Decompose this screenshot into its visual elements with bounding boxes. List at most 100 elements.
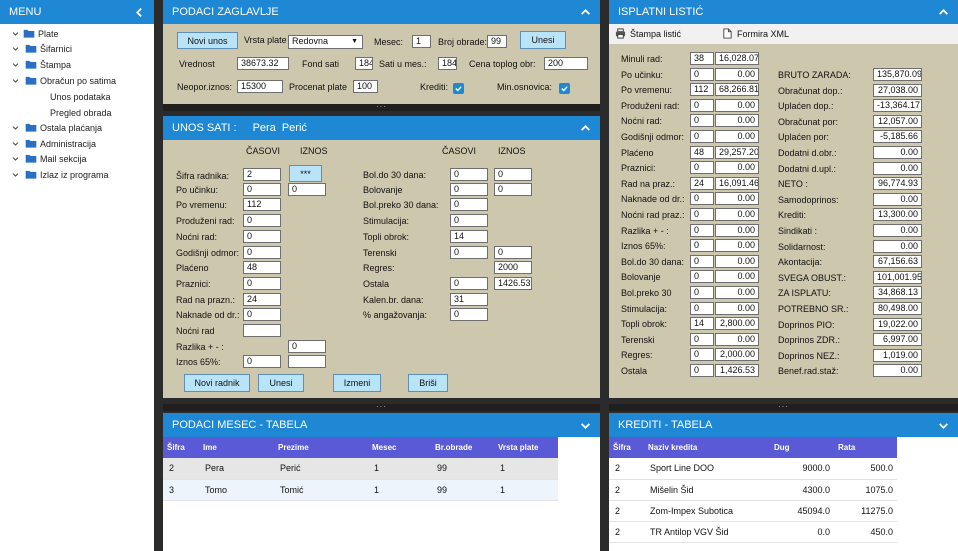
table-row[interactable]: 2 Mišelin Šid 4300.0 1075.0 bbox=[609, 479, 897, 501]
chevron-down-icon[interactable] bbox=[12, 61, 22, 69]
unos-left-iznos-input[interactable]: 0 bbox=[288, 340, 326, 353]
menu-item-stampa[interactable]: Štampa bbox=[12, 58, 71, 71]
table-row[interactable]: 2 Sport Line DOO 9000.0 500.0 bbox=[609, 458, 897, 480]
vrednost-input[interactable]: 38673.32 bbox=[237, 57, 289, 70]
collapse-left-icon[interactable] bbox=[134, 0, 145, 24]
unos-left-casovi-input[interactable]: 24 bbox=[243, 293, 281, 306]
zaglavlje-title: PODACI ZAGLAVLJE bbox=[172, 6, 279, 18]
table-row[interactable]: 2 TR Antilop VGV Šid 0.0 450.0 bbox=[609, 521, 897, 543]
krediti-checkbox[interactable] bbox=[453, 83, 464, 94]
menu-item-unos-podataka[interactable]: Unos podataka bbox=[50, 90, 111, 103]
unos-right-iznos-input[interactable]: 1426.53 bbox=[494, 277, 532, 290]
unos-right-iznos-input[interactable]: 2000 bbox=[494, 261, 532, 274]
chevron-up-icon[interactable] bbox=[938, 0, 949, 24]
unos-left-casovi-input[interactable]: 112 bbox=[243, 198, 281, 211]
novi-unos-button[interactable]: Novi unos bbox=[177, 32, 238, 49]
sifra-radnika-input[interactable]: 2 bbox=[243, 168, 281, 181]
izmeni-button[interactable]: Izmeni bbox=[333, 374, 381, 392]
unos-right-iznos-input[interactable]: 0 bbox=[494, 246, 532, 259]
unos-right-casovi-input[interactable]: 0 bbox=[450, 308, 488, 321]
unos-right-casovi-input[interactable]: 0 bbox=[450, 198, 488, 211]
neopor-input[interactable]: 15300 bbox=[237, 80, 283, 93]
chevron-up-icon[interactable] bbox=[580, 116, 591, 140]
chevron-down-icon[interactable] bbox=[12, 124, 22, 132]
unos-right-casovi-input[interactable]: 14 bbox=[450, 230, 488, 243]
mesec-input[interactable]: 1 bbox=[412, 35, 431, 48]
column-header[interactable]: Prezime bbox=[274, 437, 368, 458]
chevron-down-icon[interactable] bbox=[12, 155, 22, 163]
unos-left-iznos-input[interactable] bbox=[288, 355, 326, 368]
chevron-down-icon[interactable] bbox=[580, 413, 591, 437]
chevron-down-icon[interactable] bbox=[938, 413, 949, 437]
resize-handle[interactable]: ··· bbox=[163, 103, 600, 111]
menu-item-plate[interactable]: Plate bbox=[12, 27, 59, 40]
unesi-zaglavlje-button[interactable]: Unesi bbox=[520, 31, 566, 49]
menu-item-obracun-po-satima[interactable]: Obračun po satima bbox=[12, 74, 116, 87]
stampa-button[interactable]: Štampa listić bbox=[615, 28, 681, 39]
unos-right-label: Stimulacija: bbox=[363, 216, 410, 226]
fond-sati-input[interactable]: 184 bbox=[355, 57, 373, 70]
brisi-button[interactable]: Briši bbox=[408, 374, 448, 392]
cena-toplog-input[interactable]: 200 bbox=[544, 57, 588, 70]
unos-right-casovi-input[interactable]: 0 bbox=[450, 277, 488, 290]
formira-xml-button[interactable]: Formira XML bbox=[722, 28, 789, 39]
unos-left-casovi-input[interactable]: 48 bbox=[243, 261, 281, 274]
column-header[interactable]: Rata bbox=[834, 437, 897, 458]
column-header[interactable]: Dug bbox=[770, 437, 834, 458]
unos-left-casovi-input[interactable]: 0 bbox=[243, 214, 281, 227]
menu-item-mail-sekcija[interactable]: Mail sekcija bbox=[12, 152, 87, 165]
unos-right-iznos-input[interactable]: 0 bbox=[494, 183, 532, 196]
isplatni-sati-value: 0 bbox=[690, 254, 714, 268]
broj-obrade-input[interactable]: 99 bbox=[487, 35, 507, 48]
isplatni-right-value: 0.00 bbox=[873, 161, 922, 175]
table-row[interactable]: 2 Zom-Impex Subotica 45094.0 11275.0 bbox=[609, 500, 897, 522]
menu-item-ostala-placanja[interactable]: Ostala plaćanja bbox=[12, 121, 102, 134]
chevron-down-icon[interactable] bbox=[12, 30, 22, 38]
sifra-lookup-button[interactable]: *** bbox=[289, 165, 322, 182]
unos-left-casovi-input[interactable]: 0 bbox=[243, 246, 281, 259]
unos-left-casovi-input[interactable] bbox=[243, 324, 281, 337]
column-header[interactable]: Šifra bbox=[163, 437, 199, 458]
column-header[interactable]: Vrsta plate bbox=[494, 437, 558, 458]
unos-left-iznos-input[interactable]: 0 bbox=[288, 183, 326, 196]
column-header[interactable]: Br.obrade bbox=[431, 437, 494, 458]
vrsta-plate-select[interactable]: Redovna ▼ bbox=[288, 35, 363, 49]
chevron-down-icon[interactable] bbox=[12, 77, 22, 85]
unos-right-casovi-input[interactable]: 31 bbox=[450, 293, 488, 306]
column-header[interactable]: Šifra bbox=[609, 437, 644, 458]
unos-right-iznos-input[interactable]: 0 bbox=[494, 168, 532, 181]
chevron-down-icon[interactable] bbox=[12, 171, 22, 179]
menu-item-sifarnici[interactable]: Šifarnici bbox=[12, 42, 72, 55]
chevron-down-icon[interactable] bbox=[12, 45, 22, 53]
novi-radnik-button[interactable]: Novi radnik bbox=[184, 374, 250, 392]
min-osnovica-checkbox[interactable] bbox=[559, 83, 570, 94]
unos-left-casovi-input[interactable]: 0 bbox=[243, 355, 281, 368]
table-row[interactable]: 3 Tomo Tomić 1 99 1 bbox=[163, 479, 558, 501]
unos-left-label: Naknade od dr.: bbox=[176, 310, 240, 320]
unos-left-casovi-input[interactable]: 0 bbox=[243, 230, 281, 243]
column-header[interactable]: Naziv kredita bbox=[644, 437, 770, 458]
unos-right-casovi-input[interactable]: 0 bbox=[450, 214, 488, 227]
unos-right-casovi-input[interactable]: 0 bbox=[450, 246, 488, 259]
menu-item-izlaz-iz-programa[interactable]: Izlaz iz programa bbox=[12, 168, 109, 181]
unos-left-casovi-input[interactable]: 0 bbox=[243, 308, 281, 321]
unos-right-casovi-input[interactable]: 0 bbox=[450, 183, 488, 196]
resize-handle[interactable]: ··· bbox=[609, 403, 958, 411]
resize-handle[interactable]: ··· bbox=[163, 403, 600, 411]
stampa-label: Štampa listić bbox=[630, 28, 682, 39]
isplatni-iznos-value: 0.00 bbox=[715, 192, 759, 206]
chevron-down-icon[interactable] bbox=[12, 140, 22, 148]
chevron-up-icon[interactable] bbox=[580, 0, 591, 24]
unesi-button[interactable]: Unesi bbox=[258, 374, 304, 392]
menu-item-pregled-obrada[interactable]: Pregled obrada bbox=[50, 106, 112, 119]
procenat-input[interactable]: 100 bbox=[353, 80, 378, 93]
sati-u-mes-input[interactable]: 184 bbox=[438, 57, 457, 70]
unos-right-casovi-input[interactable]: 0 bbox=[450, 168, 488, 181]
menu-item-administracija[interactable]: Administracija bbox=[12, 137, 96, 150]
column-header[interactable]: Mesec bbox=[368, 437, 431, 458]
column-header[interactable]: Ime bbox=[199, 437, 274, 458]
isplatni-iznos-value: 0.00 bbox=[715, 114, 759, 128]
table-row[interactable]: 2 Pera Perić 1 99 1 bbox=[163, 458, 558, 480]
unos-left-casovi-input[interactable]: 0 bbox=[243, 183, 281, 196]
unos-left-casovi-input[interactable]: 0 bbox=[243, 277, 281, 290]
